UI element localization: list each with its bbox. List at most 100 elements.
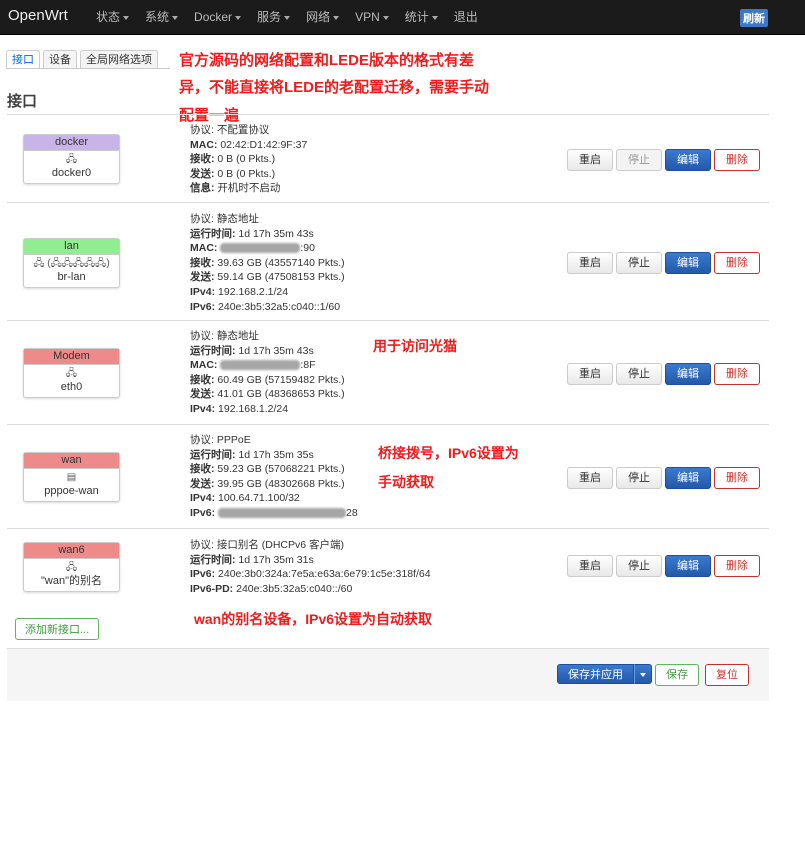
info-label: 发送: [190, 477, 215, 490]
save-apply-dropdown[interactable] [634, 664, 652, 684]
delete-button[interactable]: 删除 [714, 363, 760, 385]
info-value: 02:42:D1:42:9F:37 [217, 138, 308, 151]
interface-name: docker [24, 135, 119, 151]
network-port-icon: 🖧 [65, 154, 78, 165]
save-button[interactable]: 保存 [655, 664, 699, 686]
info-value: 28 [215, 507, 358, 519]
menu-label: Docker [194, 10, 233, 24]
network-port-icon: 🖧 [65, 368, 78, 379]
caret-down-icon [333, 15, 340, 20]
row-actions: 重启 停止 编辑 删除 [567, 252, 763, 274]
info-label: IPv6: [190, 568, 216, 581]
restart-button[interactable]: 重启 [567, 555, 613, 577]
menu-services[interactable]: 服务 [249, 0, 298, 34]
row-actions: 重启 停止 编辑 删除 [567, 149, 763, 171]
interface-row-lan: lan 🖧 (🖧🖧🖧🖧🖧) br-lan 协议: 静态地址 运行时间: 1d 1… [7, 202, 769, 321]
tab-global-network-options[interactable]: 全局网络选项 [80, 50, 158, 69]
add-interface-button[interactable]: 添加新接口... [15, 618, 100, 640]
save-apply-group: 保存并应用 [557, 664, 652, 684]
edit-button[interactable]: 编辑 [665, 149, 711, 171]
menu-label: 服务 [257, 10, 282, 24]
stop-button[interactable]: 停止 [616, 252, 662, 274]
info-label: 协议: [190, 539, 214, 551]
menu-vpn[interactable]: VPN [347, 0, 397, 34]
interface-info: 协议: PPPoE 运行时间: 1d 17h 35m 35s 接收: 59.23… [190, 433, 358, 521]
info-value: 59.23 GB (57068221 Pkts.) [214, 463, 345, 476]
redacted-value [220, 360, 301, 371]
info-value: 静态地址 [213, 330, 259, 342]
info-value: 1d 17h 35m 35s [235, 448, 314, 461]
interface-device: "wan"的别名 [41, 575, 102, 587]
annotation-modem: 用于访问光猫 [373, 338, 457, 354]
restart-button[interactable]: 重启 [567, 467, 613, 489]
delete-button[interactable]: 删除 [714, 149, 760, 171]
info-value: 39.95 GB (48302668 Pkts.) [214, 477, 345, 490]
info-label: 接收: [190, 463, 215, 476]
delete-button[interactable]: 删除 [714, 467, 760, 489]
edit-button[interactable]: 编辑 [665, 467, 711, 489]
info-label: MAC: [190, 359, 218, 372]
info-value: 100.64.71.100/32 [215, 492, 300, 505]
delete-button[interactable]: 删除 [714, 555, 760, 577]
info-label: IPv4: [190, 285, 216, 298]
stop-button[interactable]: 停止 [616, 363, 662, 385]
top-navbar: OpenWrt 状态 系统 Docker 服务 网络 VPN 统计 退出 刷新 [0, 0, 805, 35]
interface-name: lan [24, 239, 119, 255]
tab-interfaces[interactable]: 接口 [6, 50, 40, 69]
stop-button[interactable]: 停止 [616, 467, 662, 489]
info-label: 协议: [190, 124, 214, 136]
form-actions-footer: 保存并应用 保存 复位 [7, 648, 769, 701]
tab-devices[interactable]: 设备 [43, 50, 77, 69]
interface-name: Modem [24, 349, 119, 365]
menu-statistics[interactable]: 统计 [397, 0, 446, 34]
row-actions: 重启 停止 编辑 删除 [567, 555, 763, 577]
network-port-icon: 🖧 (🖧🖧🖧🖧🖧) [33, 258, 110, 269]
annotation-wan6: wan的别名设备，IPv6设置为自动获取 [194, 611, 433, 627]
save-apply-button[interactable]: 保存并应用 [557, 664, 634, 684]
info-label: MAC: [190, 242, 218, 255]
stop-button[interactable]: 停止 [616, 555, 662, 577]
menu-status[interactable]: 状态 [88, 0, 137, 34]
info-label: 发送: [190, 271, 215, 284]
info-value: 192.168.1.2/24 [215, 402, 289, 415]
menu-logout[interactable]: 退出 [446, 0, 486, 34]
caret-down-icon [640, 673, 646, 677]
edit-button[interactable]: 编辑 [665, 363, 711, 385]
brand-logo[interactable]: OpenWrt [8, 7, 68, 24]
delete-button[interactable]: 删除 [714, 252, 760, 274]
caret-down-icon [284, 15, 291, 20]
info-label: 接收: [190, 153, 215, 166]
info-label: MAC: [190, 138, 218, 151]
annotation-wan-line1: 桥接拨号，IPv6设置为 [378, 445, 519, 461]
edit-button[interactable]: 编辑 [665, 555, 711, 577]
menu-system[interactable]: 系统 [137, 0, 186, 34]
info-value: 192.168.2.1/24 [215, 285, 289, 298]
edit-button[interactable]: 编辑 [665, 252, 711, 274]
tab-divider [6, 68, 170, 69]
interface-badge: wan ▤ pppoe-wan [23, 452, 120, 502]
menu-label: 统计 [404, 10, 429, 24]
annotation-wan-line2: 手动获取 [378, 474, 434, 490]
restart-button[interactable]: 重启 [567, 363, 613, 385]
info-value: 240e:3b0:324a:7e5a:e63a:6e79:1c5e:318f/6… [215, 568, 431, 581]
info-value: :90 [217, 242, 315, 254]
reset-button[interactable]: 复位 [705, 664, 749, 686]
info-value: 39.63 GB (43557140 Pkts.) [214, 256, 345, 269]
info-value: 1d 17h 35m 31s [235, 553, 314, 566]
menu-label: VPN [355, 10, 380, 24]
info-value: 1d 17h 35m 43s [235, 227, 314, 240]
info-label: 运行时间: [190, 553, 236, 566]
menu-docker[interactable]: Docker [186, 0, 249, 34]
info-label: 发送: [190, 167, 215, 180]
redacted-value [220, 243, 301, 254]
interface-name: wan [24, 453, 119, 469]
stop-button[interactable]: 停止 [616, 149, 662, 171]
info-value: 1d 17h 35m 43s [235, 344, 314, 357]
restart-button[interactable]: 重启 [567, 252, 613, 274]
page-title: 接口 [7, 93, 38, 110]
redacted-value [218, 508, 347, 519]
refresh-button[interactable]: 刷新 [740, 9, 768, 27]
restart-button[interactable]: 重启 [567, 149, 613, 171]
menu-network[interactable]: 网络 [298, 0, 347, 34]
interface-badge: wan6 🖧 "wan"的别名 [23, 542, 120, 592]
